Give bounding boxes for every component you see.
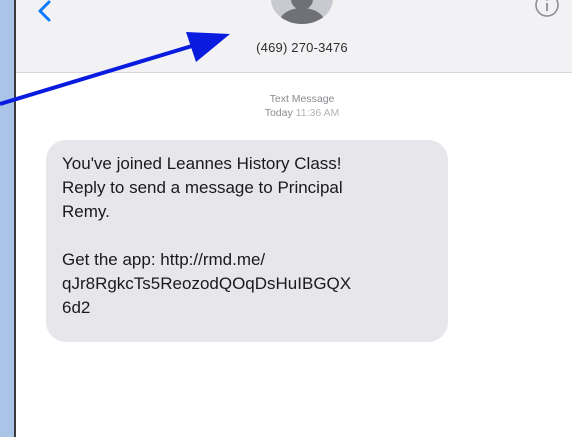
day-label: Today	[264, 107, 293, 119]
info-icon[interactable]	[534, 0, 560, 18]
avatar-body	[279, 8, 325, 24]
service-label: Text Message	[269, 93, 335, 105]
avatar-icon[interactable]	[271, 0, 333, 24]
date-time: Today 11:36 AM	[16, 106, 572, 120]
received-message-bubble[interactable]: You've joined Leannes History Class! Rep…	[46, 140, 448, 342]
conversation-header: (469) 270-3476	[16, 0, 572, 73]
chevron-left-icon[interactable]	[34, 0, 56, 22]
time-label: 11:36 AM	[295, 107, 340, 119]
messages-screen: (469) 270-3476 Text Message Today 11:36 …	[14, 0, 572, 437]
message-timestamp: Text Message Today 11:36 AM	[16, 92, 572, 120]
message-paragraph: You've joined Leannes History Class! Rep…	[62, 154, 343, 221]
message-link-paragraph[interactable]: Get the app: http://rmd.me/ qJr8RgkcTs5R…	[62, 248, 432, 320]
contact-number[interactable]: (469) 270-3476	[16, 40, 572, 55]
